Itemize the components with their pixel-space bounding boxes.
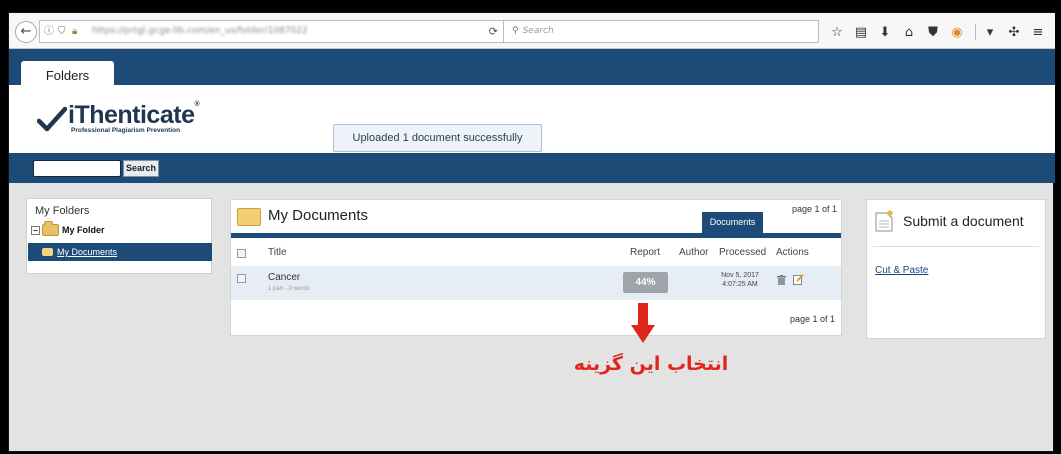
puzzle-icon[interactable]: ✣ bbox=[1004, 25, 1024, 40]
browser-search-field[interactable]: ⚲ Search bbox=[503, 20, 819, 43]
folder-icon bbox=[237, 208, 261, 226]
url-text[interactable]: https://prtgl.gcge-lib.com/en_us/folder/… bbox=[92, 21, 308, 42]
brand-name-text: iThenticate bbox=[68, 101, 195, 129]
download-icon[interactable]: ⬇ bbox=[875, 25, 895, 40]
sidebar-item-my-documents[interactable]: My Documents bbox=[28, 243, 212, 261]
home-icon[interactable]: ⌂ bbox=[899, 25, 919, 40]
tab-folders[interactable]: Folders bbox=[21, 61, 114, 86]
search-button[interactable]: Search bbox=[123, 160, 159, 177]
search-input[interactable] bbox=[33, 160, 121, 177]
documents-panel: My Documents page 1 of 1 Documents Title… bbox=[230, 199, 842, 336]
column-title[interactable]: Title bbox=[268, 247, 287, 258]
pocket-icon[interactable]: ⛊ bbox=[923, 25, 943, 40]
pagination-top: page 1 of 1 bbox=[791, 204, 837, 214]
collapse-icon[interactable]: − bbox=[31, 225, 40, 235]
app-header: Folders bbox=[9, 49, 1055, 86]
trash-icon[interactable] bbox=[777, 275, 786, 285]
document-subtitle: 1 part - 0 words bbox=[268, 286, 310, 292]
folders-heading: My Folders bbox=[35, 205, 90, 217]
open-folder-icon bbox=[42, 248, 53, 256]
column-author[interactable]: Author bbox=[679, 247, 708, 258]
extension-icon[interactable]: ◉ bbox=[947, 25, 967, 40]
back-arrow-icon[interactable]: ← bbox=[15, 21, 37, 43]
tab-documents[interactable]: Documents bbox=[702, 212, 763, 233]
row-checkbox[interactable] bbox=[237, 274, 246, 283]
document-title[interactable]: Cancer bbox=[268, 272, 300, 283]
bookmark-star-icon[interactable]: ☆ bbox=[827, 25, 847, 40]
column-processed[interactable]: Processed bbox=[719, 247, 766, 258]
folder-label[interactable]: My Folder bbox=[62, 225, 105, 235]
shield-icon[interactable]: ⛉ bbox=[58, 21, 66, 42]
cut-paste-link[interactable]: Cut & Paste bbox=[875, 265, 928, 276]
red-arrow-icon bbox=[631, 303, 655, 343]
reload-icon[interactable]: ⟳ bbox=[489, 21, 498, 42]
toolbar-icons: ☆ ▤ ⬇ ⌂ ⛊ ◉ ▾ ✣ ≡ bbox=[827, 21, 1052, 43]
processed-time-text: 4:07:25 AM bbox=[722, 281, 758, 288]
toolbar-separator bbox=[975, 24, 976, 40]
upload-success-message: Uploaded 1 document successfully bbox=[333, 124, 542, 152]
brand-name: iThenticate® bbox=[68, 101, 200, 130]
new-document-icon bbox=[875, 210, 893, 232]
lock-icon[interactable]: 🔒︎ bbox=[72, 21, 77, 42]
table-header: Title Report Author Processed Actions bbox=[231, 242, 841, 264]
overflow-chevron-icon[interactable]: ▾ bbox=[980, 25, 1000, 40]
documents-title: My Documents bbox=[268, 207, 369, 224]
registered-mark: ® bbox=[194, 101, 200, 108]
search-placeholder: Search bbox=[522, 26, 554, 36]
folder-my-folder[interactable]: − My Folder bbox=[31, 221, 105, 237]
table-row: Cancer 1 part - 0 words 44% Nov 5, 2017 4… bbox=[231, 266, 841, 300]
folder-icon bbox=[42, 221, 59, 236]
processed-date: Nov 5, 2017 4:07:25 AM bbox=[715, 271, 765, 289]
select-all-checkbox[interactable] bbox=[237, 249, 246, 258]
screenshot-frame: ← ⓘ ⛉ 🔒︎ https://prtgl.gcge-lib.com/en_u… bbox=[8, 12, 1055, 452]
search-strip: Search bbox=[9, 153, 1055, 183]
column-report[interactable]: Report bbox=[630, 247, 660, 258]
similarity-report-badge[interactable]: 44% bbox=[623, 272, 668, 293]
pagination-bottom: page 1 of 1 bbox=[789, 314, 835, 324]
brand-tagline: Professional Plagiarism Prevention bbox=[71, 127, 181, 134]
checkmark-icon bbox=[37, 107, 67, 132]
folders-panel: My Folders − My Folder My Documents bbox=[26, 198, 212, 274]
clipboard-icon[interactable]: ▤ bbox=[851, 25, 871, 40]
browser-toolbar: ← ⓘ ⛉ 🔒︎ https://prtgl.gcge-lib.com/en_u… bbox=[9, 13, 1055, 49]
edit-icon[interactable] bbox=[793, 274, 804, 285]
address-bar[interactable]: ⓘ ⛉ 🔒︎ https://prtgl.gcge-lib.com/en_us/… bbox=[39, 20, 507, 43]
submit-document-panel: Submit a document Cut & Paste bbox=[866, 199, 1046, 339]
hamburger-menu-icon[interactable]: ≡ bbox=[1028, 25, 1048, 40]
info-icon[interactable]: ⓘ bbox=[44, 21, 54, 42]
brand-area: iThenticate® Professional Plagiarism Pre… bbox=[9, 85, 1055, 153]
divider bbox=[873, 246, 1039, 247]
annotation-text: انتخاب این گزینه bbox=[573, 353, 729, 375]
header-rule bbox=[231, 233, 841, 238]
search-icon: ⚲ bbox=[512, 26, 519, 36]
submit-heading[interactable]: Submit a document bbox=[903, 213, 1024, 229]
processed-date-text: Nov 5, 2017 bbox=[721, 272, 759, 279]
column-actions: Actions bbox=[776, 247, 809, 258]
sidebar-item-label[interactable]: My Documents bbox=[57, 247, 117, 257]
